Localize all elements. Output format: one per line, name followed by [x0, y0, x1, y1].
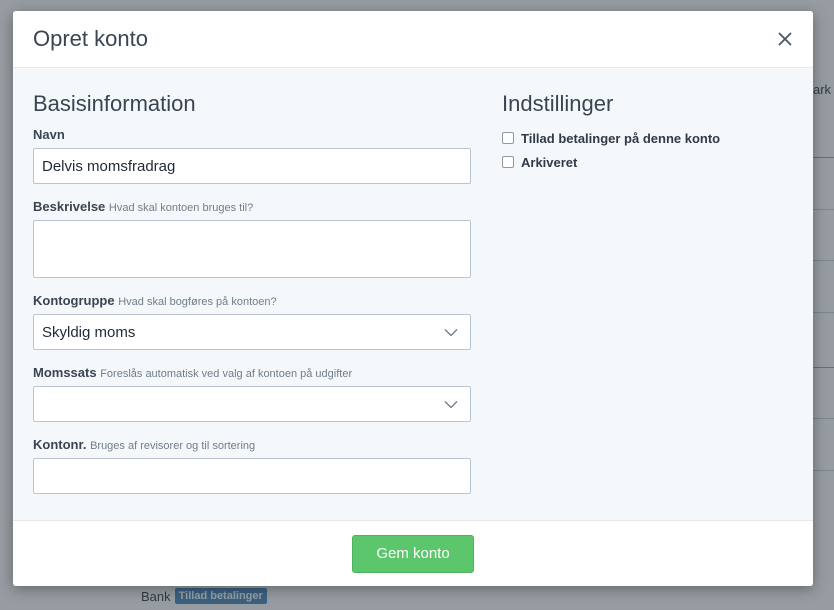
archived-label[interactable]: Arkiveret — [521, 155, 577, 170]
create-account-modal: Opret konto Basisinformation Navn Delvis… — [13, 11, 813, 586]
archived-option[interactable]: Arkiveret — [502, 150, 792, 174]
save-account-button[interactable]: Gem konto — [352, 534, 474, 573]
archived-checkbox[interactable] — [502, 156, 514, 168]
chevron-down-icon — [444, 328, 458, 336]
allow-payments-checkbox[interactable] — [502, 132, 514, 144]
account-number-hint: Bruges af revisorer og til sortering — [90, 440, 256, 452]
account-number-label-text: Kontonr. — [33, 437, 87, 452]
modal-header: Opret konto — [13, 11, 813, 68]
allow-payments-option[interactable]: Tillad betalinger på denne konto — [502, 126, 792, 150]
description-label-text: Beskrivelse — [33, 199, 106, 214]
close-icon — [778, 32, 792, 46]
vat-rate-hint: Foreslås automatisk ved valg af kontoen … — [100, 368, 353, 380]
account-group-field-group: Kontogruppe Hvad skal bogføres på kontoe… — [33, 292, 471, 350]
name-input[interactable]: Delvis momsfradrag — [33, 148, 471, 184]
account-number-input[interactable] — [33, 458, 471, 494]
close-button[interactable] — [771, 25, 799, 53]
account-number-field-group: Kontonr. Bruges af revisorer og til sort… — [33, 436, 471, 494]
settings-section-title: Indstillinger — [502, 91, 614, 116]
modal-footer: Gem konto — [13, 520, 813, 586]
account-group-label-text: Kontogruppe — [33, 293, 115, 308]
description-field-group: Beskrivelse Hvad skal kontoen bruges til… — [33, 198, 471, 278]
description-textarea[interactable] — [33, 220, 471, 278]
account-group-selected: Skyldig moms — [42, 323, 136, 341]
description-hint: Hvad skal kontoen bruges til? — [108, 202, 254, 214]
vat-rate-label: Momssats Foreslås automatisk ved valg af… — [33, 364, 471, 382]
settings-section: Indstillinger Tillad betalinger på denne… — [502, 91, 792, 174]
basis-section-title: Basisinformation — [33, 91, 196, 116]
description-label: Beskrivelse Hvad skal kontoen bruges til… — [33, 198, 471, 216]
account-number-label: Kontonr. Bruges af revisorer og til sort… — [33, 436, 471, 454]
account-group-label: Kontogruppe Hvad skal bogføres på kontoe… — [33, 292, 471, 310]
modal-title: Opret konto — [33, 26, 148, 51]
name-label-text: Navn — [33, 127, 65, 142]
chevron-down-icon — [444, 400, 458, 408]
vat-rate-select[interactable] — [33, 386, 471, 422]
name-label: Navn — [33, 126, 471, 144]
account-group-hint: Hvad skal bogføres på kontoen? — [118, 296, 277, 308]
allow-payments-label[interactable]: Tillad betalinger på denne konto — [521, 131, 720, 146]
modal-body: Basisinformation Navn Delvis momsfradrag… — [13, 68, 813, 520]
vat-rate-label-text: Momssats — [33, 365, 97, 380]
vat-rate-field-group: Momssats Foreslås automatisk ved valg af… — [33, 364, 471, 422]
name-field-group: Navn Delvis momsfradrag — [33, 126, 471, 184]
account-group-select[interactable]: Skyldig moms — [33, 314, 471, 350]
basis-section: Basisinformation Navn Delvis momsfradrag… — [33, 91, 471, 494]
name-input-value: Delvis momsfradrag — [42, 157, 176, 175]
